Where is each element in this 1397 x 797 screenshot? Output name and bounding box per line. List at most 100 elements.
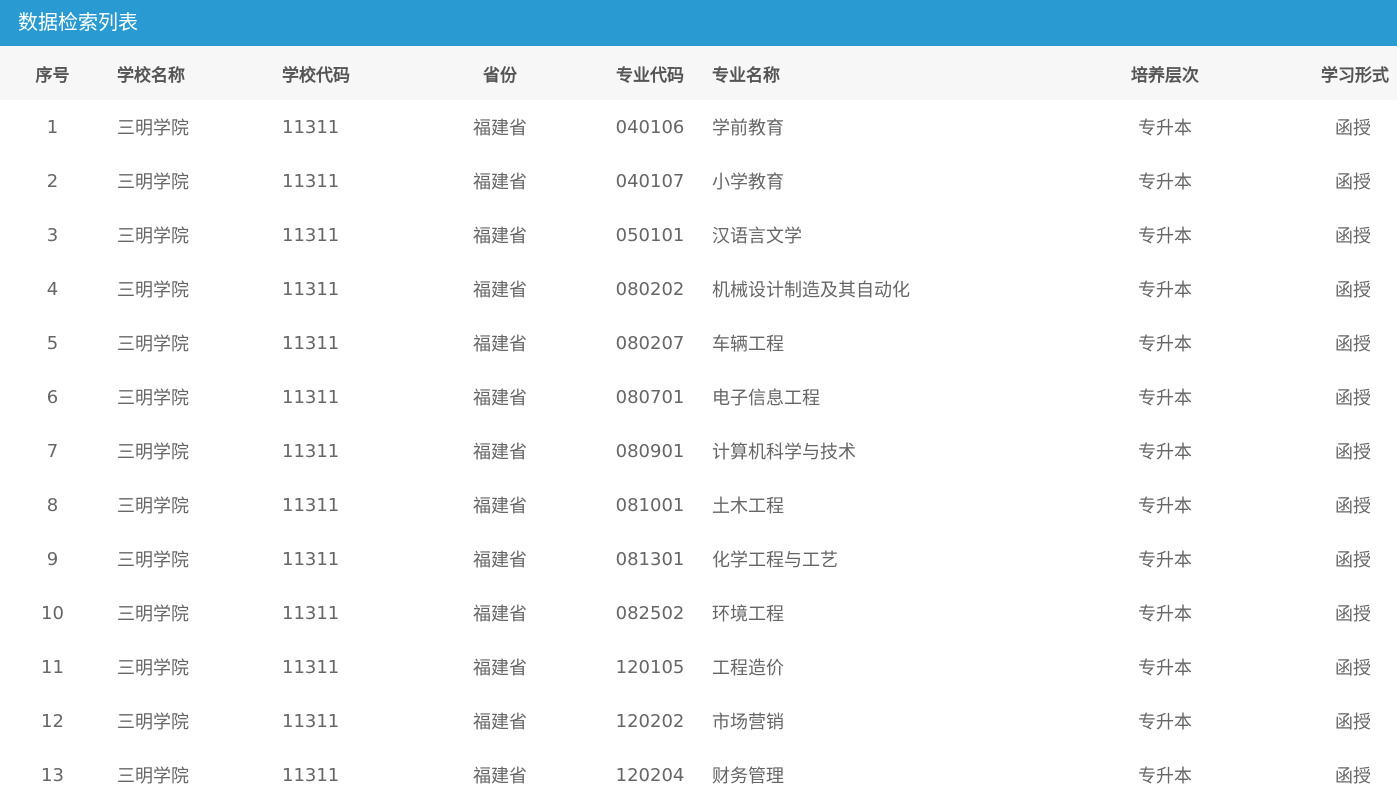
cell-school-code: 11311	[282, 494, 340, 516]
cell-major-code: 082502	[615, 602, 685, 624]
data-table: 序号 学校名称 学校代码 省份 专业代码 专业名称 培养层次 学习形式 1 三明…	[0, 46, 1397, 797]
cell-major-name: 市场营销	[712, 712, 784, 733]
table-row: 10 三明学院 11311 福建省 082502 环境工程 专升本 函授	[0, 586, 1397, 640]
table-body: 1 三明学院 11311 福建省 040106 学前教育 专升本 函授 2 三明…	[0, 100, 1397, 797]
cell-level: 专升本	[1138, 712, 1192, 733]
cell-province: 福建省	[473, 118, 527, 139]
cell-study-form: 函授	[1335, 172, 1371, 193]
cell-study-form: 函授	[1335, 388, 1371, 409]
column-header-province: 省份	[483, 65, 517, 86]
table-row: 9 三明学院 11311 福建省 081301 化学工程与工艺 专升本 函授	[0, 532, 1397, 586]
cell-major-code: 040107	[615, 170, 685, 192]
table-row: 12 三明学院 11311 福建省 120202 市场营销 专升本 函授	[0, 694, 1397, 748]
cell-index: 13	[41, 764, 64, 786]
cell-school-code: 11311	[282, 602, 340, 624]
cell-major-name: 土木工程	[712, 496, 784, 517]
table-row: 2 三明学院 11311 福建省 040107 小学教育 专升本 函授	[0, 154, 1397, 208]
cell-level: 专升本	[1138, 280, 1192, 301]
cell-major-name: 车辆工程	[712, 334, 784, 355]
column-header-major-name: 专业名称	[712, 65, 780, 86]
cell-major-name: 电子信息工程	[712, 388, 820, 409]
cell-major-name: 财务管理	[712, 766, 784, 787]
column-header-index: 序号	[35, 65, 70, 86]
cell-province: 福建省	[473, 496, 527, 517]
cell-school-code: 11311	[282, 332, 340, 354]
table-row: 1 三明学院 11311 福建省 040106 学前教育 专升本 函授	[0, 100, 1397, 154]
title-bar: 数据检索列表	[0, 0, 1397, 46]
cell-school-name: 三明学院	[117, 118, 189, 139]
cell-school-code: 11311	[282, 278, 340, 300]
cell-level: 专升本	[1138, 226, 1192, 247]
column-header-level: 培养层次	[1131, 65, 1199, 86]
cell-school-name: 三明学院	[117, 280, 189, 301]
column-header-school-name: 学校名称	[117, 65, 185, 86]
cell-index: 8	[46, 494, 59, 516]
cell-level: 专升本	[1138, 334, 1192, 355]
table-row: 4 三明学院 11311 福建省 080202 机械设计制造及其自动化 专升本 …	[0, 262, 1397, 316]
table-row: 3 三明学院 11311 福建省 050101 汉语言文学 专升本 函授	[0, 208, 1397, 262]
cell-study-form: 函授	[1335, 226, 1371, 247]
cell-major-code: 120204	[615, 764, 685, 786]
cell-school-name: 三明学院	[117, 550, 189, 571]
cell-level: 专升本	[1138, 118, 1192, 139]
cell-index: 12	[41, 710, 64, 732]
page: 数据检索列表 序号 学校名称 学校代码 省份 专业代码 专业名称 培养层次 学习…	[0, 0, 1397, 797]
cell-school-name: 三明学院	[117, 604, 189, 625]
cell-study-form: 函授	[1335, 712, 1371, 733]
cell-major-code: 081001	[615, 494, 685, 516]
cell-province: 福建省	[473, 172, 527, 193]
cell-level: 专升本	[1138, 766, 1192, 787]
cell-index: 4	[46, 278, 59, 300]
cell-province: 福建省	[473, 280, 527, 301]
column-header-school-code: 学校代码	[282, 65, 350, 86]
cell-province: 福建省	[473, 712, 527, 733]
cell-major-code: 080207	[615, 332, 685, 354]
cell-school-code: 11311	[282, 116, 340, 138]
cell-school-name: 三明学院	[117, 334, 189, 355]
cell-level: 专升本	[1138, 550, 1192, 571]
cell-level: 专升本	[1138, 442, 1192, 463]
table-row: 13 三明学院 11311 福建省 120204 财务管理 专升本 函授	[0, 748, 1397, 797]
cell-province: 福建省	[473, 658, 527, 679]
cell-major-name: 环境工程	[712, 604, 784, 625]
cell-major-code: 080901	[615, 440, 685, 462]
cell-level: 专升本	[1138, 658, 1192, 679]
cell-study-form: 函授	[1335, 334, 1371, 355]
cell-major-code: 080701	[615, 386, 685, 408]
cell-school-code: 11311	[282, 656, 340, 678]
cell-school-code: 11311	[282, 224, 340, 246]
cell-school-name: 三明学院	[117, 226, 189, 247]
cell-study-form: 函授	[1335, 604, 1371, 625]
cell-major-name: 计算机科学与技术	[712, 442, 856, 463]
cell-index: 11	[41, 656, 64, 678]
cell-school-name: 三明学院	[117, 172, 189, 193]
table-row: 5 三明学院 11311 福建省 080207 车辆工程 专升本 函授	[0, 316, 1397, 370]
cell-province: 福建省	[473, 766, 527, 787]
cell-province: 福建省	[473, 442, 527, 463]
cell-major-code: 081301	[615, 548, 685, 570]
cell-province: 福建省	[473, 226, 527, 247]
cell-study-form: 函授	[1335, 442, 1371, 463]
cell-school-code: 11311	[282, 440, 340, 462]
cell-school-code: 11311	[282, 170, 340, 192]
cell-level: 专升本	[1138, 172, 1192, 193]
column-header-study-form: 学习形式	[1321, 65, 1389, 86]
cell-index: 7	[46, 440, 59, 462]
table-row: 7 三明学院 11311 福建省 080901 计算机科学与技术 专升本 函授	[0, 424, 1397, 478]
column-header-major-code: 专业代码	[616, 65, 684, 86]
cell-study-form: 函授	[1335, 280, 1371, 301]
cell-index: 6	[46, 386, 59, 408]
cell-major-name: 化学工程与工艺	[712, 550, 838, 571]
cell-major-name: 汉语言文学	[712, 226, 802, 247]
table-header-row: 序号 学校名称 学校代码 省份 专业代码 专业名称 培养层次 学习形式	[0, 46, 1397, 100]
cell-index: 3	[46, 224, 59, 246]
cell-index: 10	[41, 602, 64, 624]
cell-study-form: 函授	[1335, 118, 1371, 139]
cell-index: 9	[46, 548, 59, 570]
cell-school-code: 11311	[282, 548, 340, 570]
cell-study-form: 函授	[1335, 658, 1371, 679]
cell-province: 福建省	[473, 334, 527, 355]
cell-major-name: 工程造价	[712, 658, 784, 679]
cell-school-code: 11311	[282, 710, 340, 732]
cell-school-name: 三明学院	[117, 442, 189, 463]
